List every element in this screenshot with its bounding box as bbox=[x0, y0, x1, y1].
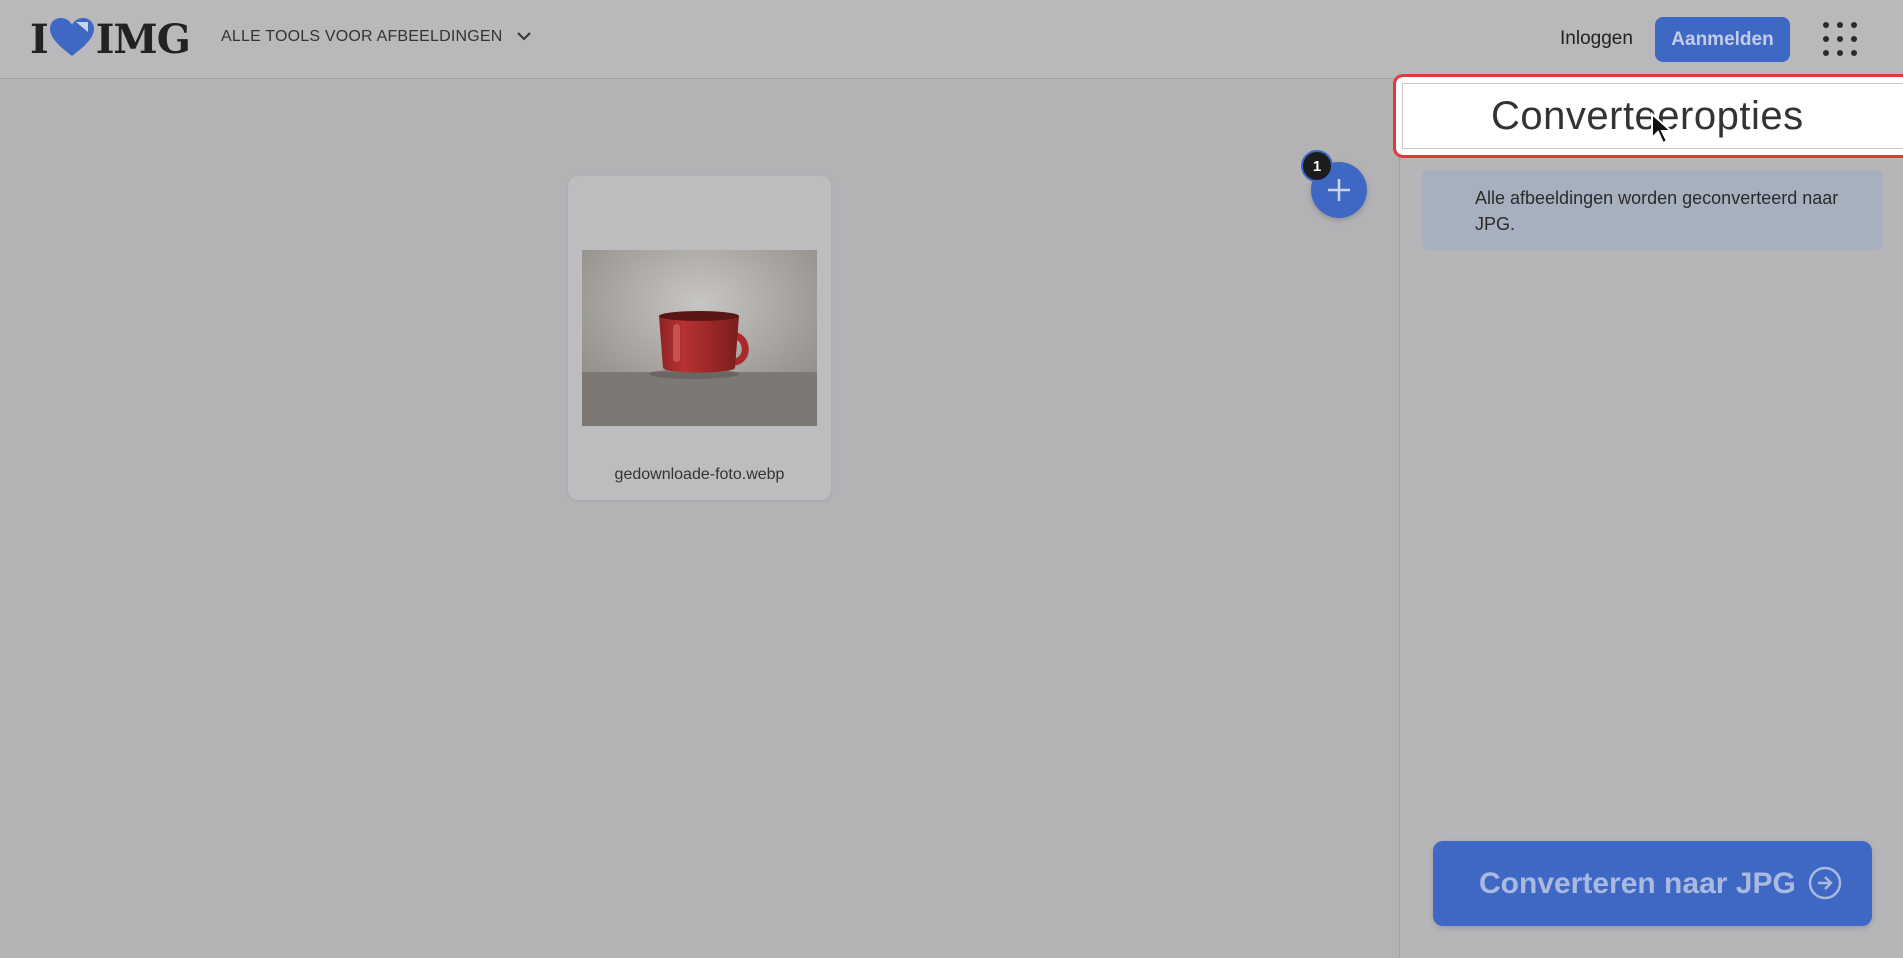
convert-to-jpg-button[interactable]: Converteren naar JPG bbox=[1433, 841, 1872, 926]
heart-icon bbox=[49, 17, 94, 63]
signup-button[interactable]: Aanmelden bbox=[1655, 17, 1790, 62]
logo-text-i: I bbox=[30, 16, 49, 63]
info-message: Alle afbeeldingen worden geconverteerd n… bbox=[1422, 170, 1883, 250]
all-tools-dropdown[interactable]: ALLE TOOLS VOOR AFBEELDINGEN bbox=[221, 28, 531, 46]
iloveimg-logo[interactable]: I IMG bbox=[30, 16, 191, 63]
chevron-down-icon bbox=[516, 28, 531, 46]
file-count-badge: 1 bbox=[1301, 150, 1333, 182]
logo-text-img: IMG bbox=[95, 16, 191, 63]
file-card[interactable]: gedownloade-foto.webp bbox=[568, 176, 831, 500]
all-tools-label: ALLE TOOLS VOOR AFBEELDINGEN bbox=[221, 28, 503, 45]
file-name: gedownloade-foto.webp bbox=[614, 466, 785, 483]
convert-button-label: Converteren naar JPG bbox=[1479, 866, 1796, 900]
red-mug-photo bbox=[582, 250, 817, 426]
plus-icon bbox=[1328, 179, 1350, 201]
file-workspace: gedownloade-foto.webp 1 bbox=[0, 80, 1399, 958]
grid-dots-icon[interactable] bbox=[1823, 22, 1859, 58]
options-title-highlight: Converteeropties bbox=[1393, 74, 1903, 158]
login-link[interactable]: Inloggen bbox=[1560, 28, 1633, 50]
mouse-cursor-icon bbox=[1650, 111, 1676, 151]
arrow-right-circle-icon bbox=[1808, 866, 1842, 905]
top-navbar: I IMG ALLE TOOLS VOOR AFBEELDINGEN Inlog… bbox=[0, 0, 1903, 79]
options-title: Converteeropties bbox=[1491, 93, 1804, 138]
